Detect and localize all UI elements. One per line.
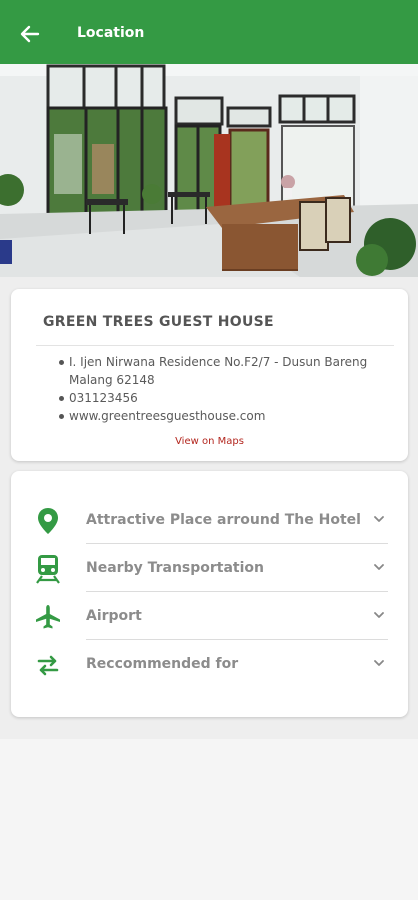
location-pin-icon (33, 506, 63, 536)
section-row-airport[interactable]: Airport (11, 592, 408, 640)
section-row-recommended-for[interactable]: Reccommended for (11, 640, 408, 688)
hotel-photo (0, 64, 418, 277)
page-title: Location (77, 25, 145, 41)
train-icon (33, 554, 63, 584)
hotel-details-list: I. Ijen Nirwana Residence No.F2/7 - Dusu… (59, 353, 379, 425)
chevron-down-icon (374, 516, 384, 522)
chevron-down-icon (374, 612, 384, 618)
hotel-info-card: GREEN TREES GUEST HOUSE I. Ijen Nirwana … (11, 289, 408, 461)
section-label: Attractive Place arround The Hotel (86, 512, 361, 528)
hotel-phone: 031123456 (59, 389, 379, 407)
section-label: Reccommended for (86, 656, 239, 672)
chevron-down-icon (374, 564, 384, 570)
section-row-nearby-transportation[interactable]: Nearby Transportation (11, 544, 408, 592)
hotel-address: I. Ijen Nirwana Residence No.F2/7 - Dusu… (59, 353, 379, 389)
hotel-name: GREEN TREES GUEST HOUSE (43, 314, 274, 330)
section-label: Nearby Transportation (86, 560, 265, 576)
chevron-down-icon (374, 660, 384, 666)
arrow-left-icon (20, 25, 40, 43)
back-button[interactable] (14, 18, 46, 50)
divider (36, 345, 394, 346)
section-label: Airport (86, 608, 142, 624)
swap-arrows-icon (33, 650, 63, 680)
hotel-website: www.greentreesguesthouse.com (59, 407, 379, 425)
app-bar: Location (0, 0, 418, 64)
airplane-icon (33, 602, 63, 632)
location-sections-card: Attractive Place arround The Hotel Nearb… (11, 471, 408, 717)
section-row-attractive-places[interactable]: Attractive Place arround The Hotel (11, 496, 408, 544)
view-on-maps-link[interactable]: View on Maps (11, 436, 408, 447)
